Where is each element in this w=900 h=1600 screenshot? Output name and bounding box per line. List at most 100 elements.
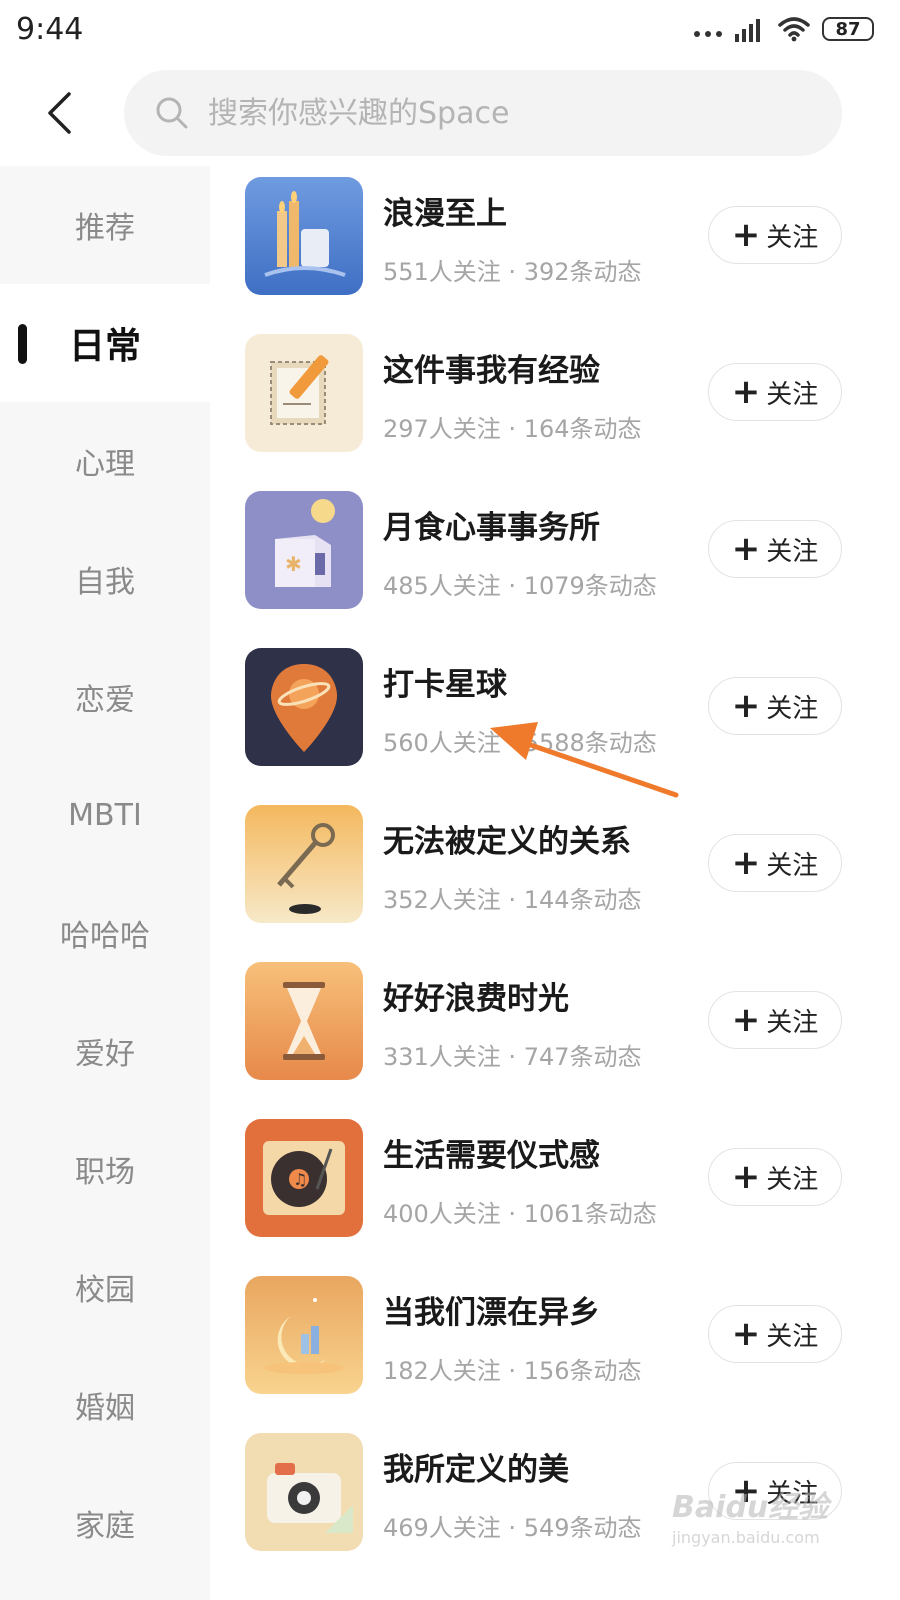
space-stats: 352人关注 · 144条动态 <box>383 886 642 914</box>
space-stats: 331人关注 · 747条动态 <box>383 1043 642 1071</box>
watermark-logo: Baidu经验 <box>672 1490 829 1525</box>
watermark-url: jingyan.baidu.com <box>672 1528 820 1547</box>
back-button[interactable] <box>34 88 84 138</box>
space-stats: 560人关注 · 5588条动态 <box>383 729 657 757</box>
space-title: 月食心事事务所 <box>383 510 600 546</box>
follow-label: 关注 <box>766 222 819 253</box>
sidebar-item-family[interactable]: 家庭 <box>0 1464 210 1582</box>
sidebar-item-hobby[interactable]: 爱好 <box>0 992 210 1110</box>
crescent-city-icon <box>245 1276 363 1394</box>
battery-indicator: 87 <box>822 17 874 41</box>
svg-text:✱: ✱ <box>285 552 302 576</box>
sidebar-item-hahaha[interactable]: 哈哈哈 <box>0 874 210 992</box>
follow-button[interactable]: + 关注 <box>708 520 842 578</box>
baidu-watermark: Baidu经验 jingyan.baidu.com <box>672 1482 842 1552</box>
follow-label: 关注 <box>766 693 819 724</box>
chevron-left-icon <box>48 92 71 134</box>
follow-label: 关注 <box>766 1007 819 1038</box>
space-stats: 469人关注 · 549条动态 <box>383 1514 642 1542</box>
hourglass-icon <box>245 962 363 1080</box>
sidebar-item-label: 婚姻 <box>75 1391 135 1426</box>
follow-button[interactable]: + 关注 <box>708 677 842 735</box>
space-list: 浪漫至上 551人关注 · 392条动态 + 关注 这件事我有经验 297人关注 … <box>210 166 900 1600</box>
follow-label: 关注 <box>766 850 819 881</box>
sidebar-item-self[interactable]: 自我 <box>0 520 210 638</box>
space-title: 浪漫至上 <box>383 196 507 232</box>
plus-icon: + <box>731 686 761 726</box>
follow-button[interactable]: + 关注 <box>708 206 842 264</box>
space-title: 打卡星球 <box>383 667 507 703</box>
sidebar-item-daily[interactable]: 日常 <box>0 284 210 402</box>
space-title: 这件事我有经验 <box>383 353 600 389</box>
space-stats: 485人关注 · 1079条动态 <box>383 572 657 600</box>
sidebar-item-label: 恋爱 <box>75 683 135 718</box>
follow-button[interactable]: + 关注 <box>708 834 842 892</box>
sidebar-item-psychology[interactable]: 心理 <box>0 402 210 520</box>
status-icons: 87 <box>694 14 874 44</box>
follow-label: 关注 <box>766 536 819 567</box>
more-dots-icon <box>694 21 722 37</box>
sidebar-item-label: 爱好 <box>75 1037 135 1072</box>
sidebar-item-label: 哈哈哈 <box>60 919 150 954</box>
sidebar-item-label: 自我 <box>75 565 135 600</box>
sidebar-item-label: MBTI <box>68 797 142 833</box>
list-item[interactable]: 这件事我有经验 297人关注 · 164条动态 + 关注 <box>210 323 900 463</box>
active-indicator <box>18 324 27 364</box>
sidebar-item-workplace[interactable]: 职场 <box>0 1110 210 1228</box>
planet-pin-icon <box>245 648 363 766</box>
list-item[interactable]: ♫ 生活需要仪式感 400人关注 · 1061条动态 + 关注 <box>210 1108 900 1248</box>
search-input[interactable] <box>206 94 770 132</box>
sidebar-item-marriage[interactable]: 婚姻 <box>0 1346 210 1464</box>
plus-icon: + <box>731 1314 761 1354</box>
space-title: 无法被定义的关系 <box>383 824 631 860</box>
space-stats: 551人关注 · 392条动态 <box>383 258 642 286</box>
list-item[interactable]: ✱ 月食心事事务所 485人关注 · 1079条动态 + 关注 <box>210 480 900 620</box>
space-title: 当我们漂在异乡 <box>383 1295 600 1331</box>
follow-label: 关注 <box>766 1164 819 1195</box>
sidebar-item-label: 职场 <box>75 1155 135 1190</box>
status-time: 9:44 <box>16 12 84 47</box>
sidebar-item-label: 校园 <box>75 1273 135 1308</box>
sidebar-item-mbti[interactable]: MBTI <box>0 756 210 874</box>
pencil-paper-icon <box>245 334 363 452</box>
space-title: 我所定义的美 <box>383 1452 569 1488</box>
search-icon <box>156 97 188 129</box>
follow-button[interactable]: + 关注 <box>708 1148 842 1206</box>
plus-icon: + <box>731 843 761 883</box>
status-bar: 9:44 87 <box>0 0 900 62</box>
list-item[interactable]: 好好浪费时光 331人关注 · 747条动态 + 关注 <box>210 951 900 1091</box>
follow-button[interactable]: + 关注 <box>708 363 842 421</box>
plus-icon: + <box>731 529 761 569</box>
list-item[interactable]: 打卡星球 560人关注 · 5588条动态 + 关注 <box>210 637 900 777</box>
svg-text:♫: ♫ <box>293 1170 307 1189</box>
sidebar-item-recommend[interactable]: 推荐 <box>0 166 210 284</box>
sidebar-item-label: 推荐 <box>75 211 135 246</box>
follow-button[interactable]: + 关注 <box>708 1305 842 1363</box>
record-player-icon: ♫ <box>245 1119 363 1237</box>
list-item[interactable]: 当我们漂在异乡 182人关注 · 156条动态 + 关注 <box>210 1265 900 1405</box>
sidebar-item-label: 心理 <box>75 447 135 482</box>
key-icon <box>245 805 363 923</box>
plus-icon: + <box>731 372 761 412</box>
list-item[interactable]: 浪漫至上 551人关注 · 392条动态 + 关注 <box>210 166 900 306</box>
sidebar-item-campus[interactable]: 校园 <box>0 1228 210 1346</box>
follow-label: 关注 <box>766 379 819 410</box>
search-bar[interactable] <box>124 70 842 156</box>
space-stats: 182人关注 · 156条动态 <box>383 1357 642 1385</box>
moon-house-icon: ✱ <box>245 491 363 609</box>
plus-icon: + <box>731 1000 761 1040</box>
wifi-icon <box>778 17 810 42</box>
plus-icon: + <box>731 1157 761 1197</box>
space-stats: 297人关注 · 164条动态 <box>383 415 642 443</box>
sidebar-item-label: 家庭 <box>75 1509 135 1544</box>
signal-icon <box>735 19 760 42</box>
camera-icon <box>245 1433 363 1551</box>
space-title: 生活需要仪式感 <box>383 1138 600 1174</box>
list-item[interactable]: 无法被定义的关系 352人关注 · 144条动态 + 关注 <box>210 794 900 934</box>
candles-icon <box>245 177 363 295</box>
sidebar-item-love[interactable]: 恋爱 <box>0 638 210 756</box>
sidebar-item-label: 日常 <box>68 326 141 367</box>
follow-label: 关注 <box>766 1321 819 1352</box>
follow-button[interactable]: + 关注 <box>708 991 842 1049</box>
plus-icon: + <box>731 215 761 255</box>
